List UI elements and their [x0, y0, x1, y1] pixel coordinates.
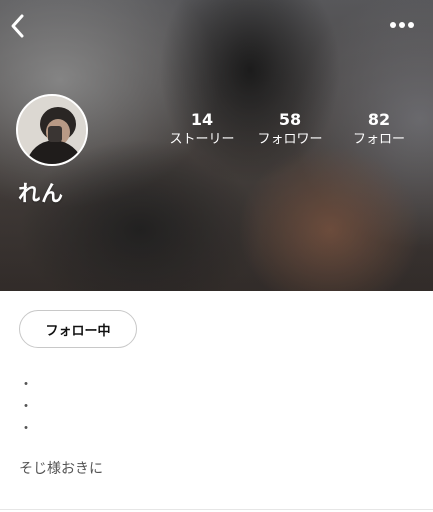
chevron-left-icon[interactable]	[8, 12, 28, 40]
bio-text: そじ様おきに	[19, 461, 103, 477]
more-options-icon[interactable]	[389, 18, 415, 32]
stat-followers[interactable]: 58 フォロワー	[245, 110, 335, 150]
stat-following-label: フォロー	[352, 132, 405, 147]
bio-line: ・	[19, 399, 33, 415]
avatar[interactable]	[16, 94, 88, 166]
profile-name: れん	[18, 182, 65, 207]
stat-following[interactable]: 82 フォロー	[334, 110, 424, 150]
divider	[0, 509, 433, 510]
bio-line: ・	[19, 377, 33, 393]
stat-stories-label: ストーリー	[169, 132, 235, 147]
stat-followers-count: 58	[278, 110, 302, 129]
profile-bio: ・ ・ ・ そじ様おきに	[19, 374, 103, 480]
stat-following-count: 82	[367, 110, 391, 129]
bio-line: ・	[19, 421, 33, 437]
stat-followers-label: フォロワー	[257, 132, 323, 147]
stat-stories-count: 14	[190, 110, 214, 129]
profile-header-background: れん 14 ストーリー 58 フォロワー 82 フォロー	[0, 0, 433, 291]
following-button[interactable]: フォロー中	[19, 310, 137, 348]
avatar-photo	[18, 96, 86, 164]
stat-stories[interactable]: 14 ストーリー	[157, 110, 247, 150]
